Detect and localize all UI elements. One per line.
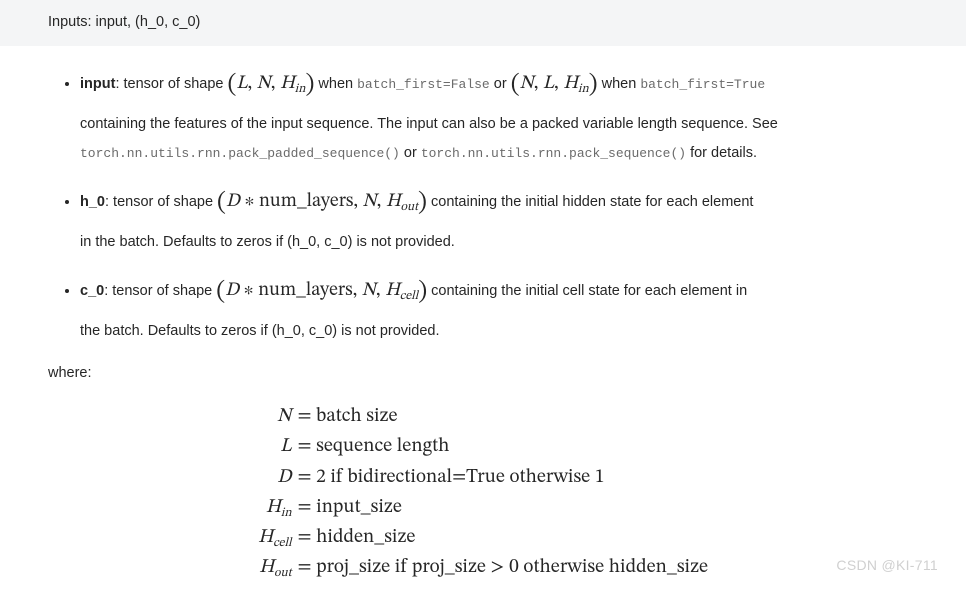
param-input-mid3: when bbox=[598, 76, 641, 92]
code-pack-sequence[interactable]: torch.nn.utils.rnn.pack_sequence() bbox=[421, 146, 686, 161]
param-c0-pre: : tensor of shape bbox=[104, 283, 216, 299]
content-area: input: tensor of shape (L, N, Hin) when … bbox=[0, 46, 966, 593]
shape-lnhin: (L, N, Hin) bbox=[227, 74, 314, 93]
shape-h0: (D ∗ num_layers, N, Hout) bbox=[217, 192, 427, 211]
eq-hin: Hin = input_size bbox=[258, 492, 708, 522]
param-input-tail: for details. bbox=[686, 145, 757, 161]
equation-block: N = batch size L = sequence length D = 2… bbox=[258, 401, 708, 582]
param-c0-name: c_0 bbox=[80, 283, 104, 299]
param-c0-line2: the batch. Defaults to zeros if (h_0, c_… bbox=[80, 323, 439, 339]
eq-hout: Hout = proj_size if proj_size > 0 otherw… bbox=[258, 552, 708, 582]
shape-nlhin: (N, L, Hin) bbox=[511, 74, 598, 93]
param-c0: c_0: tensor of shape (D ∗ num_layers, N,… bbox=[80, 267, 918, 346]
param-h0-pre: : tensor of shape bbox=[105, 194, 217, 210]
param-list: input: tensor of shape (L, N, Hin) when … bbox=[48, 60, 918, 346]
param-h0-line2: in the batch. Defaults to zeros if (h_0,… bbox=[80, 234, 455, 250]
param-input-line2a: containing the features of the input seq… bbox=[80, 116, 778, 132]
param-h0-mid: containing the initial hidden state for … bbox=[427, 194, 753, 210]
param-input-mid1: when bbox=[314, 76, 357, 92]
param-input-mid4: or bbox=[400, 145, 421, 161]
param-input: input: tensor of shape (L, N, Hin) when … bbox=[80, 60, 918, 168]
code-pack-padded[interactable]: torch.nn.utils.rnn.pack_padded_sequence(… bbox=[80, 146, 400, 161]
inputs-header: Inputs: input, (h_0, c_0) bbox=[0, 0, 966, 46]
eq-hcell: Hcell = hidden_size bbox=[258, 522, 708, 552]
eq-n: N = batch size bbox=[258, 401, 708, 431]
param-h0-name: h_0 bbox=[80, 194, 105, 210]
code-batch-first-false: batch_first=False bbox=[357, 77, 490, 92]
shape-c0: (D ∗ num_layers, N, Hcell) bbox=[216, 281, 427, 300]
param-input-name: input bbox=[80, 76, 115, 92]
param-input-pre: : tensor of shape bbox=[115, 76, 227, 92]
eq-d: D = 2 if bidirectional=True otherwise 1 bbox=[258, 462, 708, 492]
param-input-mid2: or bbox=[490, 76, 511, 92]
param-c0-mid: containing the initial cell state for ea… bbox=[427, 283, 747, 299]
inputs-header-text: Inputs: input, (h_0, c_0) bbox=[48, 14, 200, 30]
watermark: CSDN @KI-711 bbox=[836, 552, 938, 579]
where-label: where: bbox=[48, 360, 918, 388]
code-batch-first-true: batch_first=True bbox=[640, 77, 765, 92]
param-h0: h_0: tensor of shape (D ∗ num_layers, N,… bbox=[80, 178, 918, 257]
eq-l: L = sequence length bbox=[258, 431, 708, 461]
